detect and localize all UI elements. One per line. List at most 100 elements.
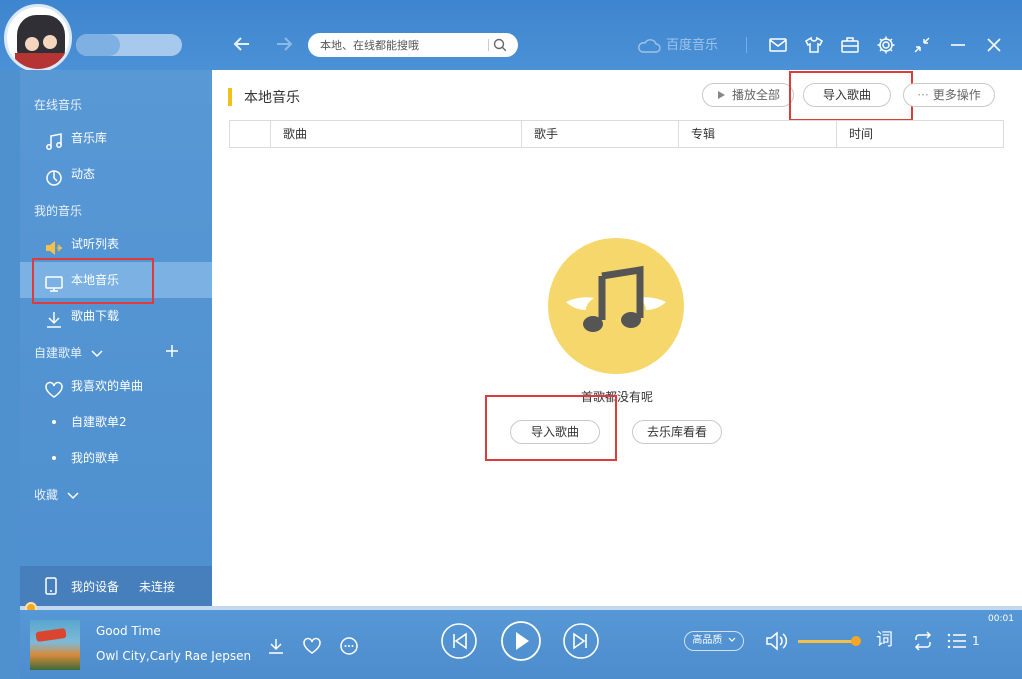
column-song[interactable]: 歌曲: [270, 121, 521, 147]
browse-label: 去乐库看看: [646, 425, 707, 439]
previous-icon[interactable]: [440, 622, 478, 660]
repeat-icon[interactable]: [912, 630, 934, 652]
empty-message: 首歌都没有呢: [580, 390, 653, 404]
baidu-cloud-icon: [636, 38, 662, 54]
volume-knob[interactable]: [851, 636, 861, 646]
sidebar-item-my-playlist[interactable]: 我的歌单: [20, 440, 212, 476]
play-all-label: 播放全部: [731, 88, 780, 102]
search-divider: [488, 39, 489, 51]
import-songs-button[interactable]: 导入歌曲: [803, 83, 891, 107]
speaker-icon: [44, 235, 64, 255]
section-custom-playlists[interactable]: 自建歌单: [34, 344, 104, 361]
username-pill[interactable]: [76, 34, 182, 56]
sidebar-item-music-library[interactable]: 音乐库: [20, 120, 212, 156]
back-arrow-icon[interactable]: [232, 34, 252, 54]
sidebar-item-playlist-2[interactable]: 自建歌单2: [20, 404, 212, 440]
import-label: 导入歌曲: [822, 88, 871, 102]
device-status: 未连接: [139, 580, 176, 594]
music-note-icon: [44, 129, 64, 150]
avatar[interactable]: [4, 4, 72, 72]
sidebar-item-trial-list[interactable]: 试听列表: [20, 226, 212, 262]
next-icon[interactable]: [562, 622, 600, 660]
forward-arrow-icon[interactable]: [274, 34, 294, 54]
download-icon[interactable]: [266, 636, 286, 656]
playlist-icon[interactable]: [947, 630, 967, 652]
column-album[interactable]: 专辑: [678, 121, 836, 147]
song-title[interactable]: Good Time: [96, 624, 161, 638]
sidebar-item-label: 歌曲下载: [71, 309, 120, 323]
sidebar-item-label: 动态: [71, 167, 96, 181]
song-artist[interactable]: Owl City,Carly Rae Jepsen: [96, 649, 251, 663]
section-online-music: 在线音乐: [34, 98, 83, 112]
heart-icon: [44, 377, 64, 398]
sidebar-item-liked-songs[interactable]: 我喜欢的单曲: [20, 368, 212, 404]
skin-shirt-icon[interactable]: [804, 35, 824, 55]
close-icon[interactable]: [984, 35, 1004, 55]
sidebar-item-dynamic[interactable]: 动态: [20, 156, 212, 192]
search-icon[interactable]: [492, 37, 508, 53]
my-device-bar[interactable]: 我的设备 未连接: [20, 566, 212, 606]
search-box: [308, 33, 518, 57]
main-content: 本地音乐 播放全部 导入歌曲 ··· 更多操作 歌曲 歌手 专辑 时间 首歌都没…: [212, 70, 1022, 606]
section-label: 收藏: [34, 488, 59, 502]
sidebar-item-label: 我喜欢的单曲: [71, 379, 144, 393]
sidebar: 在线音乐 音乐库 动态 我的音乐 试听列表 本地音乐 歌曲下载 自建歌单 我喜欢…: [20, 70, 212, 606]
column-duration[interactable]: 时间: [836, 121, 1003, 147]
more-actions-button[interactable]: ··· 更多操作: [903, 83, 995, 107]
volume-slider[interactable]: [798, 640, 856, 643]
app-window: 百度音乐 在线音乐 音乐库: [0, 0, 1022, 679]
album-cover[interactable]: [30, 620, 80, 670]
mini-mode-icon[interactable]: [912, 35, 932, 55]
section-my-music: 我的音乐: [34, 204, 83, 218]
toolbox-icon[interactable]: [840, 35, 860, 55]
column-artist[interactable]: 歌手: [521, 121, 678, 147]
topbar-divider: [746, 37, 747, 53]
quality-selector[interactable]: 高品质: [684, 631, 744, 651]
sidebar-item-label: 我的歌单: [71, 451, 120, 465]
import-label: 导入歌曲: [530, 425, 579, 439]
search-input[interactable]: [320, 36, 490, 54]
volume-icon[interactable]: [764, 630, 790, 652]
page-title: 本地音乐: [244, 90, 300, 106]
lyrics-toggle[interactable]: 词: [876, 630, 896, 650]
minimize-icon[interactable]: [948, 35, 968, 55]
empty-import-button[interactable]: 导入歌曲: [510, 420, 600, 444]
player-bar: Good Time Owl City,Carly Rae Jepsen 高品质: [20, 610, 1022, 679]
sidebar-item-label: 音乐库: [71, 131, 108, 145]
heart-icon[interactable]: [302, 636, 322, 656]
sidebar-item-label: 本地音乐: [71, 273, 120, 287]
quality-label: 高品质: [692, 635, 723, 646]
sidebar-item-downloads[interactable]: 歌曲下载: [20, 298, 212, 334]
empty-music-illustration: [548, 238, 684, 374]
elapsed-time: 00:01: [988, 614, 1014, 624]
chevron-down-icon: [91, 349, 103, 357]
bullet-icon: [52, 420, 56, 424]
browse-library-button[interactable]: 去乐库看看: [632, 420, 722, 444]
play-all-button[interactable]: 播放全部: [702, 83, 794, 107]
brand-name: 百度音乐: [666, 38, 719, 53]
phone-icon: [44, 576, 58, 596]
mail-icon[interactable]: [768, 35, 788, 55]
play-icon[interactable]: [500, 620, 542, 662]
play-icon: [717, 91, 725, 99]
more-label: 更多操作: [932, 88, 981, 102]
section-favorites[interactable]: 收藏: [34, 486, 80, 503]
title-accent-bar: [228, 88, 232, 106]
chevron-down-icon: [728, 637, 736, 642]
brand-logo: 百度音乐: [636, 36, 718, 56]
more-icon[interactable]: [339, 636, 359, 656]
monitor-icon: [44, 271, 64, 292]
sidebar-item-label: 自建歌单2: [71, 415, 127, 429]
section-label: 自建歌单: [34, 346, 83, 360]
dynamic-icon: [44, 165, 64, 186]
gear-icon[interactable]: [876, 35, 896, 55]
sidebar-item-label: 试听列表: [71, 237, 120, 251]
winged-music-note-icon: [566, 265, 666, 332]
add-playlist-icon[interactable]: [164, 343, 180, 359]
bullet-icon: [52, 456, 56, 460]
top-bar: 百度音乐: [0, 0, 1022, 72]
chevron-down-icon: [67, 491, 79, 499]
device-label: 我的设备: [71, 580, 120, 594]
sidebar-item-local-music[interactable]: 本地音乐: [20, 262, 212, 298]
table-header: 歌曲 歌手 专辑 时间: [229, 120, 1004, 148]
